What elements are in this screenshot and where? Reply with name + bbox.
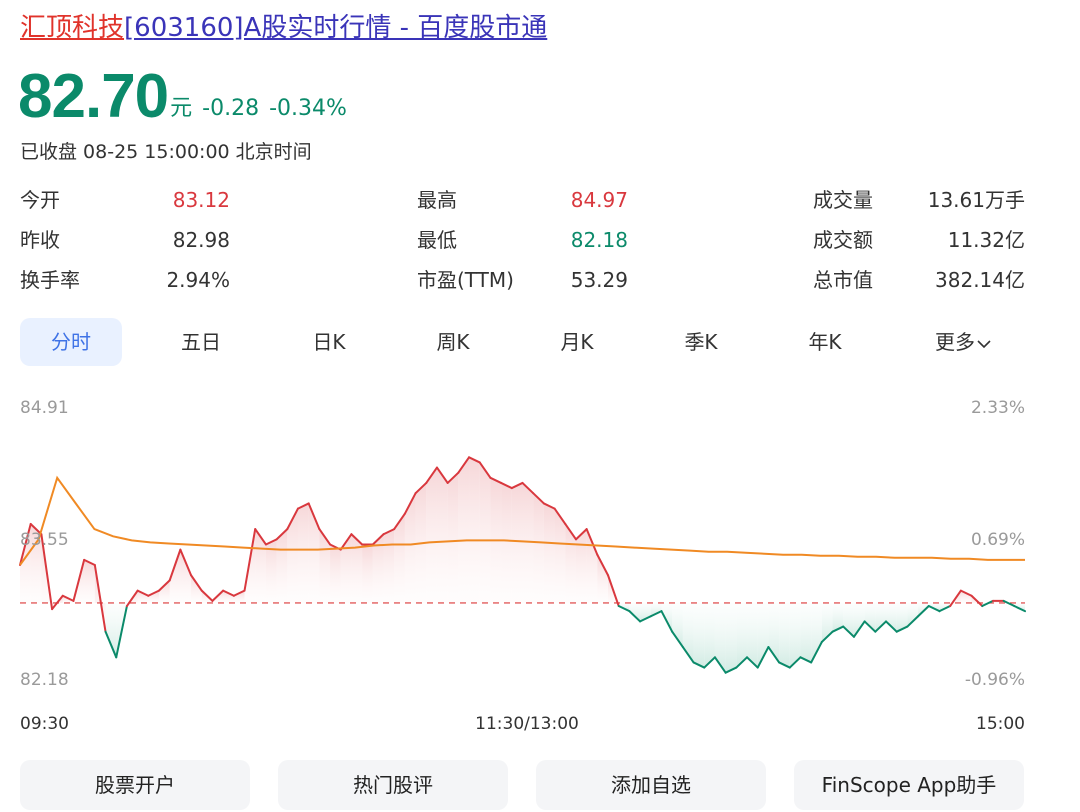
stat-label: 昨收: [20, 228, 60, 252]
stat-value: 82.18: [570, 228, 628, 252]
area-segment: [426, 467, 437, 603]
pct-axis-label: 0.69%: [971, 530, 1025, 550]
stat-label: 最低: [417, 228, 457, 252]
area-segment: [255, 529, 266, 603]
stats-grid: 今开 83.12 最高 84.97 成交量 13.61万手 昨收 82.98 最…: [0, 182, 1080, 302]
price-axis-label: 82.18: [20, 670, 69, 690]
area-segment: [319, 529, 331, 603]
intraday-chart[interactable]: 84.91 83.55 82.18 2.33% 0.69% -0.96% 09:…: [0, 392, 1080, 742]
stat-label: 市盈(TTM): [417, 268, 514, 292]
price-axis-label: 84.91: [20, 398, 69, 418]
area-segment: [501, 482, 512, 603]
hot-comments-button[interactable]: 热门股评: [278, 760, 508, 810]
area-segment: [511, 482, 523, 603]
area-segment: [714, 602, 726, 673]
tab-daily-k[interactable]: 日K: [278, 318, 380, 366]
stats-row: 昨收 82.98 最低 82.18 成交额 11.32亿: [0, 222, 1080, 262]
tab-more[interactable]: 更多: [912, 318, 1014, 366]
price-change: -0.28: [202, 96, 260, 121]
stat-value: 83.12: [172, 188, 230, 212]
price-axis-label: 83.55: [20, 530, 69, 550]
stat-value: 11.32亿: [947, 228, 1025, 252]
stat-label: 成交量: [813, 188, 873, 212]
stat-value: 2.94%: [166, 268, 230, 292]
tab-quarterly-k[interactable]: 季K: [650, 318, 752, 366]
area-segment: [297, 503, 309, 603]
area-segment: [362, 544, 373, 603]
area-segment: [180, 549, 192, 603]
stat-label: 今开: [20, 188, 60, 212]
price-change-pct: -0.34%: [269, 96, 347, 121]
stock-title-rest[interactable]: [603160]A股实时行情 - 百度股市通: [124, 13, 547, 43]
time-axis-label: 11:30/13:00: [475, 714, 579, 734]
page-title[interactable]: 汇顶科技[603160]A股实时行情 - 百度股市通: [20, 8, 547, 48]
area-segment: [543, 503, 555, 603]
area-segment: [800, 602, 812, 663]
pct-axis-label: -0.96%: [965, 670, 1025, 690]
stats-row: 今开 83.12 最高 84.97 成交量 13.61万手: [0, 182, 1080, 222]
bottom-actions: 股票开户 热门股评 添加自选 FinScope App助手: [20, 760, 1080, 812]
tab-five-day[interactable]: 五日: [150, 318, 252, 366]
open-account-button[interactable]: 股票开户: [20, 760, 250, 810]
area-segment: [287, 508, 298, 603]
stats-row: 换手率 2.94% 市盈(TTM) 53.29 总市值 382.14亿: [0, 262, 1080, 302]
area-segment: [533, 493, 544, 603]
area-segment: [522, 482, 534, 603]
stat-value: 53.29: [570, 268, 628, 292]
finscope-app-button[interactable]: FinScope App助手: [794, 760, 1024, 810]
area-segment: [436, 467, 448, 603]
tab-monthly-k[interactable]: 月K: [526, 318, 628, 366]
area-segment: [383, 529, 395, 603]
intraday-chart-svg: 84.91 83.55 82.18 2.33% 0.69% -0.96% 09:…: [19, 398, 1026, 734]
stock-name-link[interactable]: 汇顶科技: [20, 13, 124, 43]
tab-weekly-k[interactable]: 周K: [402, 318, 504, 366]
area-segment: [469, 457, 480, 603]
area-segment: [447, 472, 459, 603]
area-segment: [351, 534, 363, 603]
period-tabs: 分时 五日 日K 周K 月K 季K 年K 更多: [20, 318, 1030, 366]
stat-label: 成交额: [813, 228, 873, 252]
area-segment: [907, 602, 919, 627]
area-segment: [725, 602, 737, 673]
stat-value: 13.61万手: [927, 188, 1025, 212]
market-status: 已收盘 08-25 15:00:00 北京时间: [20, 141, 312, 163]
add-watchlist-button[interactable]: 添加自选: [536, 760, 766, 810]
stat-value: 382.14亿: [935, 268, 1025, 292]
area-segment: [340, 534, 352, 603]
current-price: 82.70: [18, 62, 169, 131]
tab-yearly-k[interactable]: 年K: [774, 318, 876, 366]
area-fill-layer: [20, 457, 1025, 673]
chevron-down-icon: [977, 340, 991, 349]
stat-value: 84.97: [570, 188, 628, 212]
time-axis-label: 15:00: [976, 714, 1025, 734]
area-segment: [84, 559, 95, 603]
area-segment: [479, 462, 491, 603]
tab-intraday[interactable]: 分时: [20, 318, 122, 366]
quote-summary: 82.70元 -0.28 -0.34%: [18, 62, 347, 132]
stat-label: 最高: [417, 188, 457, 212]
area-segment: [105, 602, 117, 658]
stat-label: 总市值: [813, 268, 873, 292]
area-segment: [853, 602, 865, 637]
area-segment: [597, 554, 609, 603]
area-segment: [458, 457, 470, 603]
stat-label: 换手率: [20, 268, 80, 292]
time-axis-label: 09:30: [20, 714, 69, 734]
tab-more-label: 更多: [935, 330, 975, 354]
stat-value: 82.98: [172, 228, 230, 252]
area-segment: [330, 544, 341, 603]
area-segment: [779, 602, 790, 668]
area-segment: [693, 602, 705, 668]
area-segment: [575, 529, 587, 603]
pct-axis-label: 2.33%: [971, 398, 1025, 418]
area-segment: [276, 529, 288, 603]
price-unit: 元: [170, 96, 193, 121]
area-segment: [158, 580, 170, 603]
